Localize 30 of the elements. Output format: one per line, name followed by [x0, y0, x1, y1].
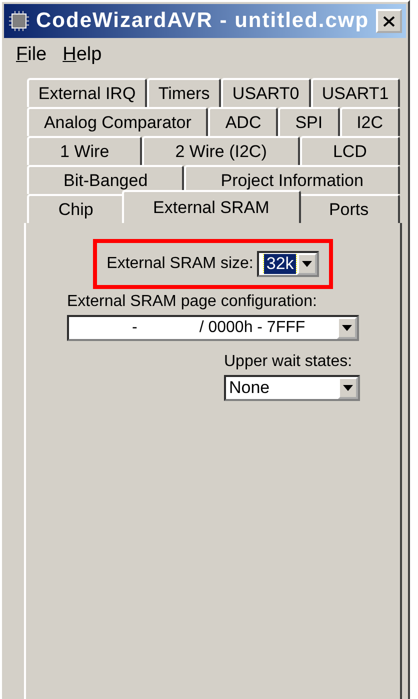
page-config-dropdown[interactable]: - / 0000h - 7FFF — [67, 315, 359, 341]
field-label: Upper wait states: — [224, 353, 354, 371]
field-label: External SRAM page configuration: — [67, 293, 318, 311]
dropdown-arrow-icon — [302, 261, 312, 267]
tab[interactable]: USART1 — [310, 78, 400, 107]
tab[interactable]: Bit-Banged — [27, 165, 184, 194]
tab[interactable]: Analog Comparator — [27, 107, 208, 136]
field-label: External SRAM size: — [106, 255, 254, 273]
close-icon — [383, 16, 395, 26]
size-dropdown[interactable]: 32k — [257, 251, 320, 277]
tab[interactable]: 1 Wire — [27, 136, 142, 165]
dropdown-arrow-icon — [342, 325, 352, 331]
tab[interactable]: LCD — [300, 136, 400, 165]
tab[interactable]: 2 Wire (I2C) — [142, 136, 300, 165]
tab[interactable]: USART0 — [221, 78, 311, 107]
menu-item[interactable]: File — [16, 44, 47, 66]
tab[interactable]: Project Information — [184, 165, 400, 194]
tab[interactable]: External SRAM — [122, 190, 301, 223]
tab[interactable]: I2C — [340, 107, 400, 136]
tab[interactable]: SPI — [278, 107, 340, 136]
wait-states-dropdown[interactable]: None — [224, 375, 360, 401]
dropdown-arrow-icon — [343, 385, 353, 391]
tab[interactable]: External IRQ — [27, 78, 148, 107]
tab[interactable]: Chip — [27, 194, 125, 223]
menu-item[interactable]: Help — [62, 44, 102, 66]
chip-icon — [8, 10, 30, 32]
tab[interactable]: Timers — [147, 78, 222, 107]
close-button[interactable] — [376, 9, 402, 33]
tab[interactable]: ADC — [208, 107, 278, 136]
window-title: CodeWizardAVR - untitled.cwp — [36, 9, 370, 33]
